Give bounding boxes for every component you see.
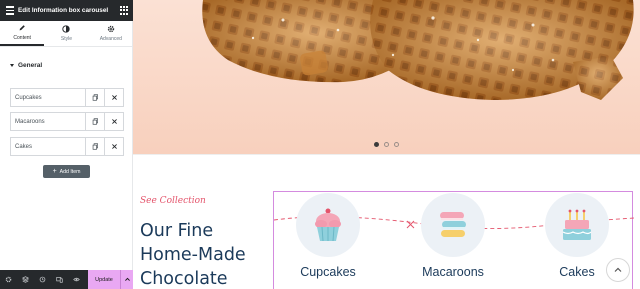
layers-icon[interactable] bbox=[17, 270, 34, 289]
card-cupcakes-title: Cupcakes bbox=[300, 265, 356, 279]
repeater-item-cupcakes[interactable]: Cupcakes bbox=[10, 88, 124, 107]
add-item-label: Add Item bbox=[59, 168, 81, 175]
repeater-item-macaroons[interactable]: Macaroons bbox=[10, 112, 124, 131]
repeater-item-label[interactable]: Cakes bbox=[11, 138, 85, 155]
remove-icon[interactable] bbox=[104, 138, 123, 155]
tab-style-label: Style bbox=[60, 36, 73, 42]
widgets-grid-icon[interactable] bbox=[120, 6, 129, 15]
slider-dot[interactable] bbox=[394, 142, 399, 147]
add-item-button[interactable]: + Add Item bbox=[43, 165, 90, 178]
repeater-item-cakes[interactable]: Cakes bbox=[10, 137, 124, 156]
settings-icon[interactable] bbox=[0, 270, 17, 289]
panel-tabs: Content Style Advanced bbox=[0, 21, 133, 47]
chevron-up-icon bbox=[124, 277, 130, 281]
tab-content[interactable]: Content bbox=[0, 21, 45, 46]
macaron-icon bbox=[440, 212, 466, 237]
panel-title: Edit Information box carousel bbox=[18, 7, 109, 14]
duplicate-icon[interactable] bbox=[85, 113, 104, 130]
scroll-to-top-button[interactable] bbox=[606, 258, 630, 282]
card-macaroons-circle bbox=[421, 193, 485, 257]
panel-header: Edit Information box carousel bbox=[0, 0, 133, 21]
tab-advanced-label: Advanced bbox=[99, 36, 122, 42]
section-general-toggle[interactable]: General bbox=[10, 62, 42, 69]
information-box-carousel[interactable]: Cupcakes Macaroons Cakes bbox=[273, 191, 634, 289]
remove-icon[interactable] bbox=[104, 113, 123, 130]
update-button[interactable]: Update bbox=[88, 270, 120, 289]
section-heading: Our Fine Home-Made Chocolate bbox=[140, 221, 246, 289]
gear-icon bbox=[107, 25, 115, 33]
tab-content-label: Content bbox=[13, 35, 31, 41]
collection-tagline: See Collection bbox=[140, 196, 206, 206]
chevron-up-icon bbox=[614, 267, 622, 272]
slider-dot[interactable] bbox=[384, 142, 389, 147]
update-options-button[interactable] bbox=[120, 270, 133, 289]
plus-icon: + bbox=[52, 168, 57, 175]
tab-style[interactable]: Style bbox=[44, 21, 88, 46]
page-preview: See Collection Our Fine Home-Made Chocol… bbox=[133, 0, 640, 289]
duplicate-icon[interactable] bbox=[85, 89, 104, 106]
section-divider bbox=[133, 154, 640, 155]
preview-eye-icon[interactable] bbox=[68, 270, 85, 289]
slider-dot-active[interactable] bbox=[374, 142, 379, 147]
caret-down-icon bbox=[10, 64, 14, 67]
repeater-item-label[interactable]: Cupcakes bbox=[11, 89, 85, 106]
hero-slider bbox=[133, 0, 640, 154]
card-macaroons-title: Macaroons bbox=[422, 265, 484, 279]
repeater-item-label[interactable]: Macaroons bbox=[11, 113, 85, 130]
editor-panel: Edit Information box carousel Content St… bbox=[0, 0, 133, 289]
duplicate-icon[interactable] bbox=[85, 138, 104, 155]
birthday-cake-icon bbox=[562, 209, 592, 240]
contrast-icon bbox=[62, 25, 71, 33]
pencil-icon bbox=[19, 25, 25, 31]
waffle-image bbox=[202, 0, 634, 100]
remove-icon[interactable] bbox=[104, 89, 123, 106]
cupcake-icon bbox=[315, 208, 341, 242]
card-cupcakes-circle bbox=[296, 193, 360, 257]
menu-icon[interactable] bbox=[2, 6, 18, 15]
panel-footer: Update bbox=[0, 270, 133, 289]
history-icon[interactable] bbox=[34, 270, 51, 289]
section-title: General bbox=[18, 62, 43, 69]
responsive-icon[interactable] bbox=[51, 270, 68, 289]
tab-advanced[interactable]: Advanced bbox=[89, 21, 133, 46]
card-cakes-circle bbox=[545, 193, 609, 257]
